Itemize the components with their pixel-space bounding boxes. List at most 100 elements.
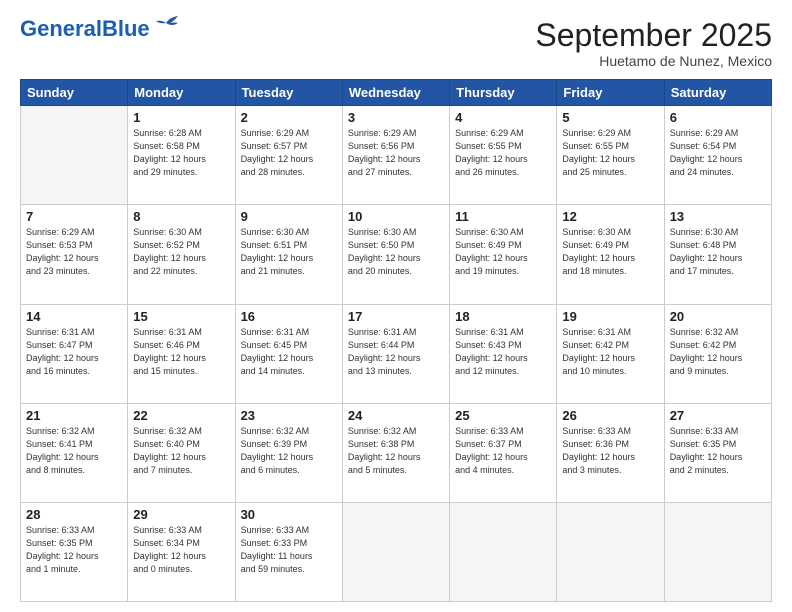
calendar-cell: 24 Sunrise: 6:32 AM Sunset: 6:38 PM Dayli… [342,403,449,502]
day-info: Sunrise: 6:29 AM Sunset: 6:55 PM Dayligh… [455,127,551,179]
logo: GeneralBlue [20,18,180,40]
calendar-cell: 25Sunrise: 6:33 AM Sunset: 6:37 PM Dayli… [450,403,557,502]
weekday-header-saturday: Saturday [664,80,771,106]
day-number: 7 [26,209,122,224]
calendar-cell [557,502,664,601]
day-info: Sunrise: 6:32 AM Sunset: 6:42 PM Dayligh… [670,326,766,378]
calendar-cell: 9 Sunrise: 6:30 AM Sunset: 6:51 PM Daylig… [235,205,342,304]
day-number: 19 [562,309,658,324]
day-info: Sunrise: 6:30 AM Sunset: 6:49 PM Dayligh… [455,226,551,278]
calendar-cell: 18 Sunrise: 6:31 AM Sunset: 6:43 PM Dayli… [450,304,557,403]
weekday-header-tuesday: Tuesday [235,80,342,106]
day-number: 18 [455,309,551,324]
calendar-cell: 23 Sunrise: 6:32 AM Sunset: 6:39 PM Dayli… [235,403,342,502]
day-info: Sunrise: 6:31 AM Sunset: 6:47 PM Dayligh… [26,326,122,378]
day-info: Sunrise: 6:33 AM Sunset: 6:37 PM Dayligh… [455,425,551,477]
day-number: 10 [348,209,444,224]
calendar-cell: 10 Sunrise: 6:30 AM Sunset: 6:50 PM Dayli… [342,205,449,304]
day-info: Sunrise: 6:32 AM Sunset: 6:39 PM Dayligh… [241,425,337,477]
day-number: 15 [133,309,229,324]
calendar-cell: 30Sunrise: 6:33 AM Sunset: 6:33 PM Dayli… [235,502,342,601]
day-number: 16 [241,309,337,324]
day-info: Sunrise: 6:32 AM Sunset: 6:40 PM Dayligh… [133,425,229,477]
day-number: 1 [133,110,229,125]
calendar-cell: 15 Sunrise: 6:31 AM Sunset: 6:46 PM Dayli… [128,304,235,403]
calendar-cell: 16 Sunrise: 6:31 AM Sunset: 6:45 PM Dayli… [235,304,342,403]
day-info: Sunrise: 6:30 AM Sunset: 6:52 PM Dayligh… [133,226,229,278]
calendar-cell: 1Sunrise: 6:28 AM Sunset: 6:58 PM Daylig… [128,106,235,205]
calendar-cell: 29 Sunrise: 6:33 AM Sunset: 6:34 PM Dayli… [128,502,235,601]
day-number: 22 [133,408,229,423]
day-number: 29 [133,507,229,522]
day-info: Sunrise: 6:33 AM Sunset: 6:35 PM Dayligh… [670,425,766,477]
calendar-body: 1Sunrise: 6:28 AM Sunset: 6:58 PM Daylig… [21,106,772,602]
day-info: Sunrise: 6:30 AM Sunset: 6:50 PM Dayligh… [348,226,444,278]
calendar-cell [450,502,557,601]
day-number: 17 [348,309,444,324]
header: GeneralBlue September 2025 Huetamo de Nu… [20,18,772,69]
calendar-cell: 22 Sunrise: 6:32 AM Sunset: 6:40 PM Dayli… [128,403,235,502]
day-info: Sunrise: 6:33 AM Sunset: 6:35 PM Dayligh… [26,524,122,576]
calendar-cell [342,502,449,601]
day-info: Sunrise: 6:31 AM Sunset: 6:46 PM Dayligh… [133,326,229,378]
day-number: 4 [455,110,551,125]
calendar-cell: 27 Sunrise: 6:33 AM Sunset: 6:35 PM Dayli… [664,403,771,502]
calendar-cell [664,502,771,601]
day-number: 11 [455,209,551,224]
calendar-cell: 17 Sunrise: 6:31 AM Sunset: 6:44 PM Dayli… [342,304,449,403]
month-title: September 2025 [535,18,772,53]
calendar-cell: 19 Sunrise: 6:31 AM Sunset: 6:42 PM Dayli… [557,304,664,403]
day-number: 27 [670,408,766,423]
day-info: Sunrise: 6:31 AM Sunset: 6:43 PM Dayligh… [455,326,551,378]
calendar-week-5: 28 Sunrise: 6:33 AM Sunset: 6:35 PM Dayli… [21,502,772,601]
day-number: 2 [241,110,337,125]
page: GeneralBlue September 2025 Huetamo de Nu… [0,0,792,612]
calendar-cell: 11 Sunrise: 6:30 AM Sunset: 6:49 PM Dayli… [450,205,557,304]
day-number: 23 [241,408,337,423]
weekday-header-wednesday: Wednesday [342,80,449,106]
logo-bird-icon [152,15,180,35]
logo-text: GeneralBlue [20,18,150,40]
calendar-cell: 12 Sunrise: 6:30 AM Sunset: 6:49 PM Dayli… [557,205,664,304]
day-number: 3 [348,110,444,125]
day-number: 21 [26,408,122,423]
day-info: Sunrise: 6:33 AM Sunset: 6:34 PM Dayligh… [133,524,229,576]
day-number: 8 [133,209,229,224]
day-number: 6 [670,110,766,125]
day-info: Sunrise: 6:32 AM Sunset: 6:41 PM Dayligh… [26,425,122,477]
calendar-week-2: 7 Sunrise: 6:29 AM Sunset: 6:53 PM Daylig… [21,205,772,304]
calendar-table: SundayMondayTuesdayWednesdayThursdayFrid… [20,79,772,602]
calendar-cell: 21 Sunrise: 6:32 AM Sunset: 6:41 PM Dayli… [21,403,128,502]
calendar-cell [21,106,128,205]
calendar-week-3: 14 Sunrise: 6:31 AM Sunset: 6:47 PM Dayli… [21,304,772,403]
calendar-cell: 2Sunrise: 6:29 AM Sunset: 6:57 PM Daylig… [235,106,342,205]
day-info: Sunrise: 6:33 AM Sunset: 6:33 PM Dayligh… [241,524,337,576]
calendar-cell: 13Sunrise: 6:30 AM Sunset: 6:48 PM Dayli… [664,205,771,304]
day-number: 20 [670,309,766,324]
weekday-header-monday: Monday [128,80,235,106]
calendar-cell: 4 Sunrise: 6:29 AM Sunset: 6:55 PM Daylig… [450,106,557,205]
day-info: Sunrise: 6:31 AM Sunset: 6:42 PM Dayligh… [562,326,658,378]
day-number: 5 [562,110,658,125]
day-number: 14 [26,309,122,324]
calendar-cell: 3Sunrise: 6:29 AM Sunset: 6:56 PM Daylig… [342,106,449,205]
day-info: Sunrise: 6:30 AM Sunset: 6:48 PM Dayligh… [670,226,766,278]
calendar-cell: 14 Sunrise: 6:31 AM Sunset: 6:47 PM Dayli… [21,304,128,403]
day-info: Sunrise: 6:32 AM Sunset: 6:38 PM Dayligh… [348,425,444,477]
calendar-cell: 5Sunrise: 6:29 AM Sunset: 6:55 PM Daylig… [557,106,664,205]
day-info: Sunrise: 6:30 AM Sunset: 6:49 PM Dayligh… [562,226,658,278]
day-number: 12 [562,209,658,224]
day-info: Sunrise: 6:29 AM Sunset: 6:53 PM Dayligh… [26,226,122,278]
day-info: Sunrise: 6:30 AM Sunset: 6:51 PM Dayligh… [241,226,337,278]
calendar-header-row: SundayMondayTuesdayWednesdayThursdayFrid… [21,80,772,106]
day-number: 26 [562,408,658,423]
weekday-header-friday: Friday [557,80,664,106]
day-info: Sunrise: 6:31 AM Sunset: 6:44 PM Dayligh… [348,326,444,378]
day-number: 9 [241,209,337,224]
day-number: 28 [26,507,122,522]
weekday-header-sunday: Sunday [21,80,128,106]
day-number: 24 [348,408,444,423]
logo-general: General [20,16,102,41]
day-info: Sunrise: 6:31 AM Sunset: 6:45 PM Dayligh… [241,326,337,378]
calendar-week-1: 1Sunrise: 6:28 AM Sunset: 6:58 PM Daylig… [21,106,772,205]
